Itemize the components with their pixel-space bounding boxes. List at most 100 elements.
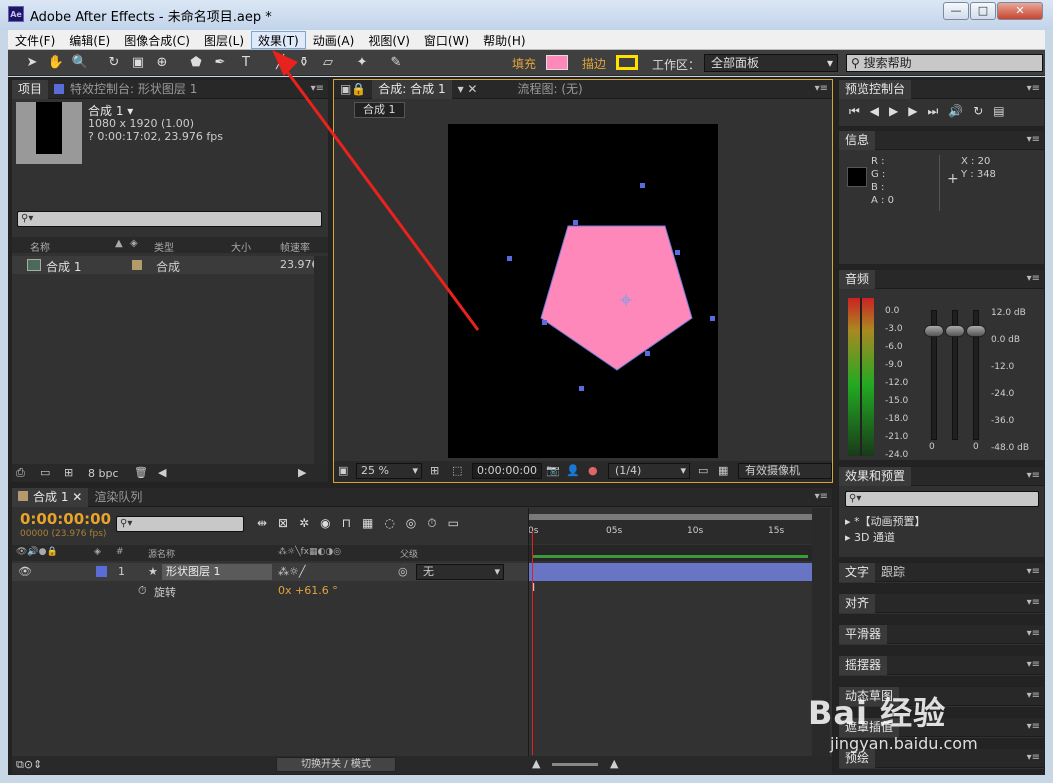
tab-effect-controls[interactable]: 特效控制台: 形状图层 1 xyxy=(48,80,203,99)
region-of-interest-icon[interactable]: ▭ xyxy=(698,464,708,477)
minimize-button[interactable]: — xyxy=(943,2,969,20)
pan-behind-tool-icon[interactable]: ⊕ xyxy=(152,53,172,73)
new-comp-icon[interactable]: ⊞ xyxy=(64,466,73,479)
panel-menu-icon[interactable]: ▾≡ xyxy=(1027,721,1040,732)
tab-flowchart[interactable]: 流程图: (无) xyxy=(512,80,589,99)
tab-align[interactable]: 对齐 xyxy=(839,593,876,613)
scroll-right-icon[interactable]: ▶ xyxy=(298,466,306,479)
tab-project[interactable]: 项目 xyxy=(12,79,49,99)
menu-layer[interactable]: 图层(L) xyxy=(197,31,251,49)
grid-icon[interactable]: ⊞ xyxy=(430,464,439,477)
new-folder-icon[interactable]: ▭ xyxy=(40,466,50,479)
work-area-bar[interactable] xyxy=(528,545,812,561)
menu-file[interactable]: 文件(F) xyxy=(8,31,62,49)
preview-controls[interactable]: ⏮◀▶▶⏭🔊↻▤ xyxy=(849,104,1015,119)
eye-icon[interactable]: 👁 xyxy=(18,565,32,578)
layer-name[interactable]: 形状图层 1 xyxy=(162,564,272,580)
panel-menu-icon[interactable]: ▾≡ xyxy=(1027,273,1040,284)
audio-right-knob[interactable] xyxy=(966,325,986,337)
col-name[interactable]: 名称 xyxy=(30,239,50,254)
time-ruler[interactable]: 0s 05s 10s 15s xyxy=(528,514,812,544)
zoom-dropdown[interactable]: 25 % ▾ xyxy=(356,463,422,479)
tab-timeline-comp[interactable]: 合成 1 ✕ xyxy=(12,487,89,507)
timeline-switches[interactable]: ⇹⊠✲◉⊓▦◌◎⏱▭ xyxy=(257,516,470,531)
toggle-switches-modes-button[interactable]: 切换开关 / 模式 xyxy=(276,757,396,772)
panel-menu-icon[interactable]: ▾≡ xyxy=(1027,659,1040,670)
menu-composition[interactable]: 图像合成(C) xyxy=(117,31,197,49)
mask-visibility-icon[interactable]: ⬚ xyxy=(452,464,462,477)
effects-item-3d-channel[interactable]: ▸ 3D 通道 xyxy=(845,529,895,545)
resolution-dropdown[interactable]: (1/4) ▾ xyxy=(608,463,690,479)
panel-menu-icon[interactable]: ▾≡ xyxy=(1027,690,1040,701)
layer-switches-row[interactable]: ⁂☼╱ xyxy=(278,565,305,578)
parent-dropdown[interactable]: 无 ▾ xyxy=(416,564,504,580)
expand-collapse-icon[interactable]: ⧉⊙⇕ xyxy=(16,758,42,772)
maximize-button[interactable]: □ xyxy=(970,2,996,20)
tab-render-queue[interactable]: 渲染队列 xyxy=(88,488,148,507)
always-preview-icon[interactable]: ▣ xyxy=(338,464,348,477)
layer-row[interactable]: 👁 1 ★ 形状图层 1 ⁂☼╱ ◎ 无 ▾ xyxy=(12,563,528,581)
viewer-timecode[interactable]: 0:00:00:00 xyxy=(472,463,542,479)
trash-icon[interactable]: 🗑 xyxy=(134,466,148,479)
hand-tool-icon[interactable]: ✋ xyxy=(46,53,66,73)
camera-tool-icon[interactable]: ▣ xyxy=(128,53,148,73)
tab-info[interactable]: 信息 xyxy=(839,130,876,150)
interpret-footage-icon[interactable]: ⎙ xyxy=(16,466,25,480)
snapshot-icon[interactable]: 📷 xyxy=(546,464,560,477)
zoom-out-icon[interactable]: ▲ xyxy=(532,757,540,770)
panel-menu-icon[interactable]: ▾≡ xyxy=(1027,470,1040,481)
menu-edit[interactable]: 编辑(E) xyxy=(62,31,117,49)
tab-tracker[interactable]: 跟踪 xyxy=(875,563,911,582)
rotate-tool-icon[interactable]: ↻ xyxy=(104,53,124,73)
col-source-name[interactable]: 源名称 xyxy=(148,547,175,560)
timeline-timecode[interactable]: 0:00:00:00 xyxy=(20,510,111,528)
tab-preview[interactable]: 预览控制台 xyxy=(839,79,912,99)
layer-label-swatch[interactable] xyxy=(96,566,107,577)
effects-search-input[interactable]: ⚲▾ xyxy=(845,491,1039,507)
parent-pickwhip-icon[interactable]: ◎ xyxy=(398,565,408,578)
panel-menu-icon[interactable]: ▾≡ xyxy=(815,491,828,502)
panel-menu-icon[interactable]: ▾≡ xyxy=(1027,628,1040,639)
property-value[interactable]: 0x +61.6 ° xyxy=(278,584,338,597)
col-parent[interactable]: 父级 xyxy=(400,547,418,560)
effects-item-animation-presets[interactable]: ▸ *【动画预置】 xyxy=(845,513,926,529)
col-type[interactable]: 类型 xyxy=(154,239,174,254)
scroll-left-icon[interactable]: ◀ xyxy=(158,466,166,479)
stopwatch-icon[interactable]: ⏱ xyxy=(138,584,147,598)
audio-master-knob[interactable] xyxy=(945,325,965,337)
panel-menu-icon[interactable]: ▾≡ xyxy=(1027,597,1040,608)
zoom-slider[interactable] xyxy=(552,763,598,766)
panel-menu-icon[interactable]: ▾≡ xyxy=(1027,83,1040,94)
pen-tool-icon[interactable]: ✒ xyxy=(210,53,230,73)
zoom-in-icon[interactable]: ▲ xyxy=(610,757,618,770)
shape-tool-icon[interactable]: ⬟ xyxy=(186,53,206,73)
panel-menu-icon[interactable]: ▾≡ xyxy=(1027,752,1040,763)
col-size[interactable]: 大小 xyxy=(231,239,251,254)
search-help-input[interactable]: ⚲ 搜索帮助 xyxy=(846,54,1043,72)
camera-dropdown[interactable]: 有效摄像机 xyxy=(738,463,832,479)
panel-menu-icon[interactable]: ▾≡ xyxy=(1027,566,1040,577)
zoom-tool-icon[interactable]: 🔍 xyxy=(70,53,90,73)
layer-duration-bar[interactable] xyxy=(528,563,812,581)
bit-depth[interactable]: 8 bpc xyxy=(88,467,119,480)
timeline-search-input[interactable]: ⚲▾ xyxy=(116,516,244,532)
transparency-grid-icon[interactable]: ▦ xyxy=(718,464,728,477)
panel-menu-icon[interactable]: ▾≡ xyxy=(1027,134,1040,145)
show-snapshot-icon[interactable]: 👤 xyxy=(566,464,580,477)
stroke-color-swatch[interactable] xyxy=(616,55,638,70)
workspace-dropdown[interactable]: 全部面板 ▾ xyxy=(704,54,838,72)
tab-effects-presets[interactable]: 效果和预置 xyxy=(839,466,912,486)
fill-label[interactable]: 填充 xyxy=(512,55,536,72)
current-time-indicator[interactable] xyxy=(532,531,533,755)
selection-tool-icon[interactable]: ➤ xyxy=(22,53,42,73)
tab-audio[interactable]: 音频 xyxy=(839,269,876,289)
tab-character[interactable]: 文字 xyxy=(839,562,876,582)
stroke-label[interactable]: 描边 xyxy=(582,55,606,72)
tab-smoother[interactable]: 平滑器 xyxy=(839,624,888,644)
tab-wiggler[interactable]: 摇摆器 xyxy=(839,655,888,675)
audio-left-knob[interactable] xyxy=(924,325,944,337)
channel-icon[interactable]: ● xyxy=(588,464,598,477)
close-button[interactable]: ✕ xyxy=(997,2,1043,20)
panel-menu-icon[interactable]: ▾≡ xyxy=(815,83,828,94)
fill-color-swatch[interactable] xyxy=(546,55,568,70)
